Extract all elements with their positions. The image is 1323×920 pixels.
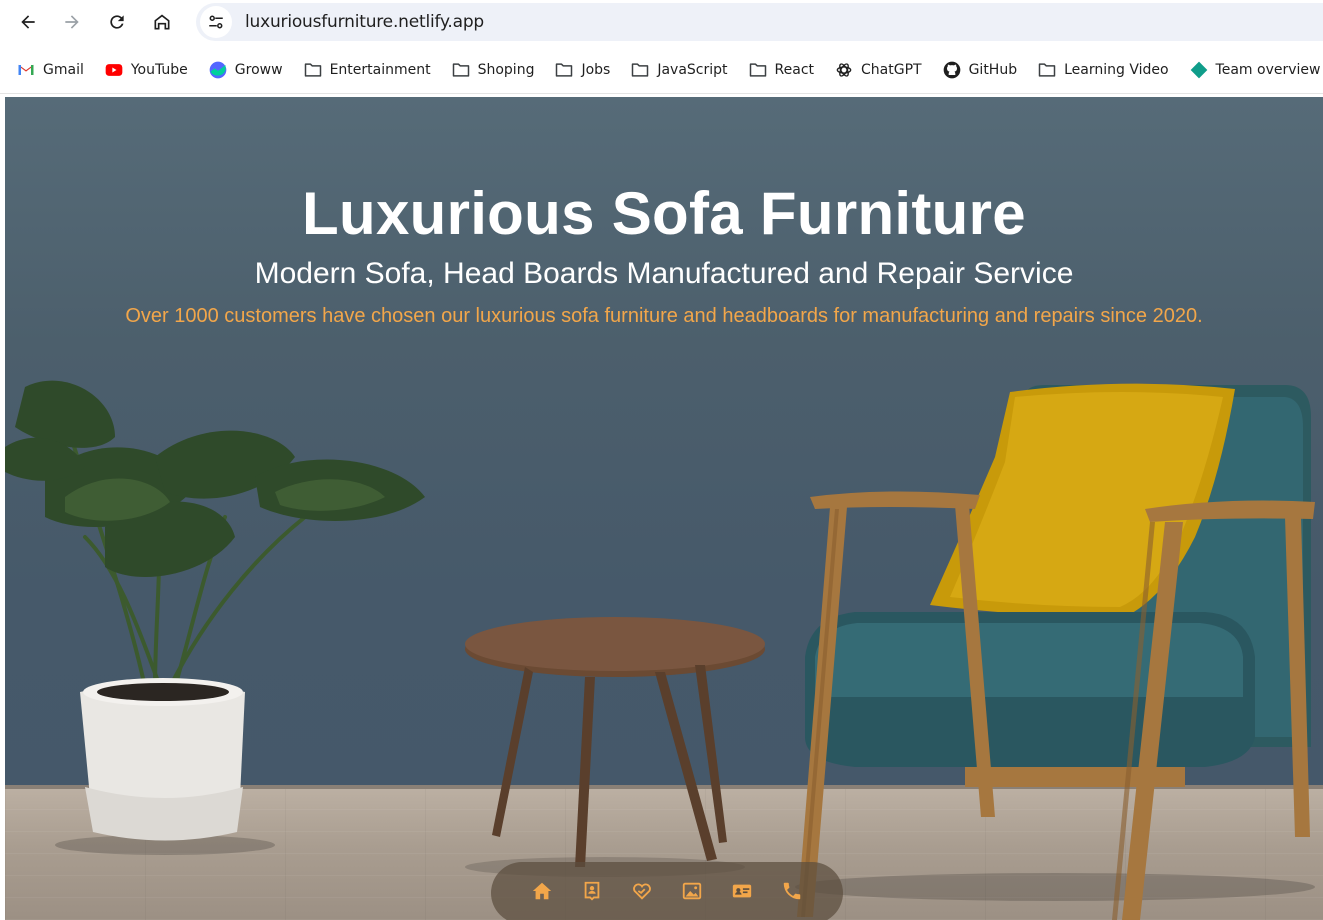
- nav-gallery-link[interactable]: [679, 878, 705, 904]
- bookmark-label: Groww: [234, 61, 283, 78]
- bookmark-gmail[interactable]: Gmail: [16, 54, 84, 86]
- home-icon: [154, 14, 170, 30]
- hero-section: Luxurious Sofa Furniture Modern Sofa, He…: [5, 97, 1323, 920]
- bookmark-label: Learning Video: [1064, 61, 1169, 78]
- bookmark-label: Team overview: [1215, 61, 1321, 78]
- gmail-icon: [16, 60, 36, 80]
- reload-button[interactable]: [100, 5, 134, 39]
- bookmark-label: Shoping: [477, 61, 535, 78]
- bookmark-folder-javascript[interactable]: JavaScript: [630, 54, 728, 86]
- gallery-icon: [682, 882, 702, 900]
- folder-icon: [303, 60, 323, 80]
- bookmark-label: Jobs: [581, 61, 611, 78]
- arrow-left-icon: [21, 15, 35, 29]
- contact-card-icon: [732, 884, 752, 898]
- home-icon: [532, 882, 552, 900]
- services-icon: [633, 883, 651, 900]
- bookmark-github[interactable]: GitHub: [942, 54, 1018, 86]
- home-button[interactable]: [145, 5, 179, 39]
- browser-toolbar: luxuriousfurniture.netlify.app: [0, 0, 1323, 46]
- bookmark-folder-shoping[interactable]: Shoping: [451, 54, 535, 86]
- address-bar[interactable]: luxuriousfurniture.netlify.app: [196, 3, 1323, 41]
- bookmark-folder-learning-video[interactable]: Learning Video: [1037, 54, 1169, 86]
- back-button[interactable]: [11, 5, 45, 39]
- bookmark-team-overview[interactable]: Team overview: [1189, 54, 1321, 86]
- bottom-nav-dock: [491, 862, 843, 920]
- bookmark-chatgpt[interactable]: ChatGPT: [834, 54, 922, 86]
- nav-contact-link[interactable]: [729, 878, 755, 904]
- folder-icon: [554, 60, 574, 80]
- bookmark-label: YouTube: [130, 61, 188, 78]
- folder-icon: [748, 60, 768, 80]
- bookmark-groww[interactable]: Groww: [208, 54, 283, 86]
- nav-services-link[interactable]: [629, 878, 655, 904]
- arrow-right-icon: [65, 15, 79, 29]
- reload-icon: [110, 15, 124, 29]
- hero-title: Luxurious Sofa Furniture: [302, 180, 1026, 247]
- bookmark-label: Gmail: [43, 61, 84, 78]
- bookmark-label: JavaScript: [657, 61, 728, 78]
- diamond-icon: [1189, 60, 1209, 80]
- site-info-button[interactable]: [200, 6, 232, 38]
- nav-call-link[interactable]: [779, 878, 805, 904]
- bookmark-folder-jobs[interactable]: Jobs: [554, 54, 610, 86]
- groww-icon: [208, 60, 228, 80]
- youtube-icon: [104, 60, 124, 80]
- tune-icon: [209, 15, 223, 29]
- folder-icon: [1037, 60, 1057, 80]
- bookmark-label: Entertainment: [329, 61, 431, 78]
- phone-icon: [783, 882, 801, 900]
- hero-tagline: Over 1000 customers have chosen our luxu…: [125, 305, 1203, 327]
- bookmark-folder-entertainment[interactable]: Entertainment: [303, 54, 431, 86]
- bookmarks-bar: Gmail YouTube Groww Entertainment Shopin…: [0, 46, 1323, 94]
- bookmark-label: GitHub: [968, 61, 1018, 78]
- folder-icon: [451, 60, 471, 80]
- folder-icon: [630, 60, 650, 80]
- nav-home-link[interactable]: [529, 878, 555, 904]
- hero-subtitle: Modern Sofa, Head Boards Manufactured an…: [254, 257, 1074, 290]
- github-icon: [942, 60, 962, 80]
- about-icon: [584, 881, 600, 901]
- chatgpt-icon: [834, 60, 854, 80]
- bookmark-label: ChatGPT: [861, 61, 922, 78]
- nav-about-link[interactable]: [579, 878, 605, 904]
- bookmark-folder-react[interactable]: React: [748, 54, 814, 86]
- forward-button[interactable]: [55, 5, 89, 39]
- bookmark-label: React: [774, 61, 815, 78]
- url-text[interactable]: luxuriousfurniture.netlify.app: [245, 12, 484, 32]
- bookmark-youtube[interactable]: YouTube: [104, 54, 188, 86]
